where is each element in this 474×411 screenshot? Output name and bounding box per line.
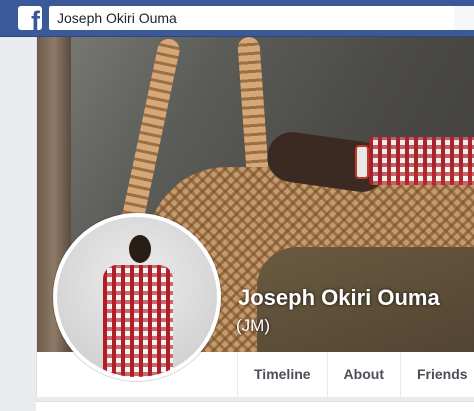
cover-photo-watch bbox=[355, 145, 369, 179]
cover-photo-wicker-strand bbox=[237, 37, 269, 178]
tab-timeline[interactable]: Timeline bbox=[237, 352, 327, 397]
profile-name[interactable]: Joseph Okiri Ouma bbox=[238, 285, 440, 311]
left-rail bbox=[0, 37, 36, 410]
profile-picture-image bbox=[57, 217, 217, 377]
profile-picture[interactable] bbox=[53, 213, 221, 381]
profile-picture-shirt bbox=[103, 265, 173, 377]
cover-photo-sleeve bbox=[369, 137, 474, 185]
tab-about[interactable]: About bbox=[326, 352, 400, 397]
facebook-logo-letter: f bbox=[31, 6, 40, 31]
profile-header-card: Joseph Okiri Ouma (JM) Timeline About Fr… bbox=[36, 37, 474, 397]
profile-picture-head bbox=[129, 235, 151, 263]
facebook-logo-icon[interactable]: f bbox=[18, 6, 42, 30]
tab-friends[interactable]: Friends bbox=[399, 352, 474, 397]
profile-tabs: Timeline About Friends bbox=[237, 352, 474, 397]
profile-alternate-name: (JM) bbox=[236, 316, 270, 335]
top-navigation-bar: f bbox=[0, 0, 474, 37]
search-input[interactable] bbox=[49, 6, 454, 30]
search-button[interactable] bbox=[454, 6, 474, 30]
